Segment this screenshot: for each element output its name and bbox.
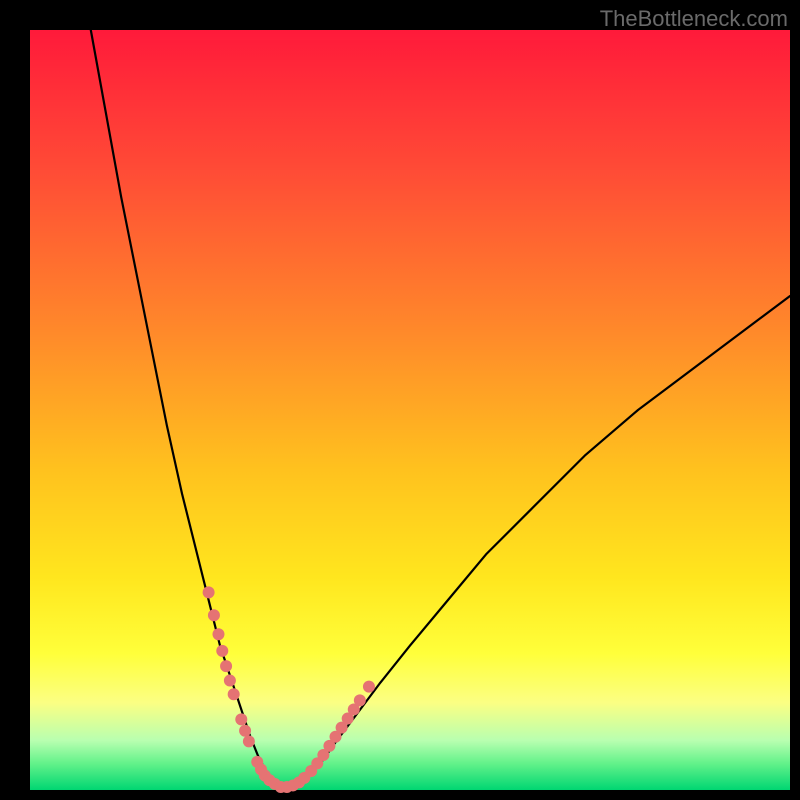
overlay-dot xyxy=(243,735,255,747)
overlay-dot xyxy=(228,688,240,700)
chart-frame: TheBottleneck.com xyxy=(0,0,800,800)
overlay-dot xyxy=(208,609,220,621)
overlay-dot xyxy=(203,586,215,598)
watermark-text: TheBottleneck.com xyxy=(600,6,788,32)
overlay-dot xyxy=(216,645,228,657)
overlay-dot xyxy=(239,725,251,737)
overlay-dot xyxy=(224,675,236,687)
overlay-dot xyxy=(235,713,247,725)
overlay-dot xyxy=(212,628,224,640)
plot-background xyxy=(30,30,790,790)
overlay-dot xyxy=(354,694,366,706)
bottleneck-chart xyxy=(0,0,800,800)
overlay-dot xyxy=(363,681,375,693)
overlay-dot xyxy=(220,660,232,672)
